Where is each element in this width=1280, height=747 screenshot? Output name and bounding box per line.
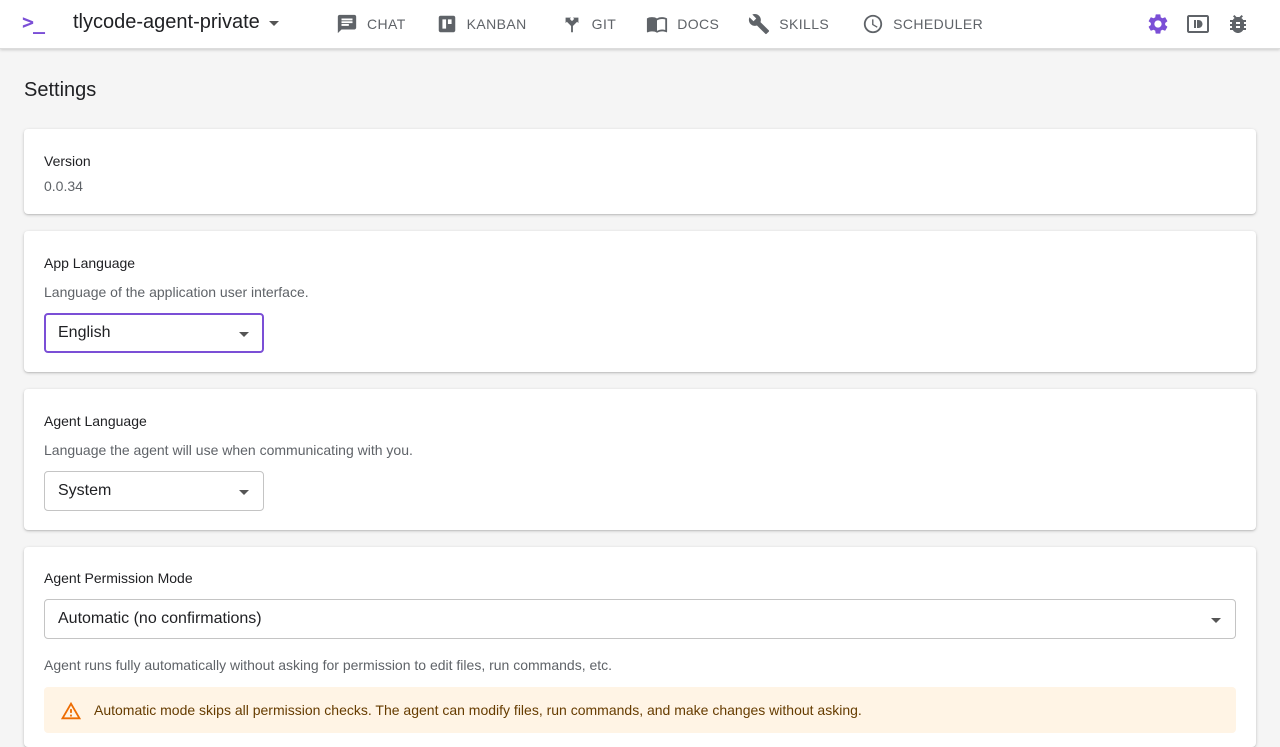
- nav-item-git[interactable]: GIT: [561, 0, 633, 48]
- chevron-down-icon: [239, 490, 249, 495]
- chevron-down-icon: [268, 21, 279, 26]
- agent-language-card: Agent Language Language the agent will u…: [24, 389, 1256, 530]
- app-language-value: English: [58, 324, 111, 341]
- nav-label-docs: DOCS: [677, 16, 720, 32]
- version-card: Version 0.0.34: [24, 129, 1256, 214]
- main-nav: CHAT KANBAN GIT DOCS SKILLS SCHEDULER: [336, 0, 999, 48]
- debug-button[interactable]: [1226, 12, 1250, 36]
- app-language-select[interactable]: English: [44, 313, 264, 353]
- permission-warning-alert: Automatic mode skips all permission chec…: [44, 687, 1236, 733]
- nav-label-skills: SKILLS: [779, 16, 830, 32]
- bug-icon: [1230, 15, 1246, 33]
- wrench-icon: [749, 14, 770, 35]
- gear-icon: [1148, 14, 1168, 34]
- nav-label-chat: CHAT: [367, 16, 406, 32]
- header-actions: [1130, 12, 1250, 36]
- permission-mode-value: Automatic (no confirmations): [58, 610, 262, 627]
- app-language-card: App Language Language of the application…: [24, 231, 1256, 372]
- chat-icon: [337, 14, 357, 34]
- app-language-label: App Language: [44, 255, 136, 271]
- kanban-icon: [438, 15, 455, 33]
- settings-button[interactable]: [1146, 12, 1170, 36]
- git-icon: [565, 17, 579, 33]
- permission-mode-description: Agent runs fully automatically without a…: [44, 657, 613, 673]
- nav-item-kanban[interactable]: KANBAN: [436, 0, 543, 48]
- app-language-description: Language of the application user interfa…: [44, 284, 309, 300]
- permission-warning-text: Automatic mode skips all permission chec…: [94, 702, 862, 718]
- top-app-bar: >_ tlycode-agent-private CHAT KANBAN GIT…: [0, 0, 1280, 49]
- permission-mode-card: Agent Permission Mode Automatic (no conf…: [24, 547, 1256, 747]
- agent-language-value: System: [58, 482, 112, 499]
- page-title: Settings: [24, 79, 97, 101]
- project-selector[interactable]: tlycode-agent-private: [73, 11, 279, 34]
- nav-item-skills[interactable]: SKILLS: [748, 0, 845, 48]
- agent-language-description: Language the agent will use when communi…: [44, 442, 413, 458]
- nav-label-scheduler: SCHEDULER: [893, 16, 984, 32]
- clock-icon: [863, 14, 883, 34]
- permission-mode-select[interactable]: Automatic (no confirmations): [44, 599, 1236, 639]
- nav-item-docs[interactable]: DOCS: [646, 0, 735, 48]
- app-logo[interactable]: >_: [22, 10, 45, 34]
- preview-icon: [1187, 15, 1209, 33]
- version-label: Version: [44, 153, 91, 169]
- agent-language-label: Agent Language: [44, 413, 147, 429]
- docs-icon: [647, 17, 668, 33]
- chevron-down-icon: [239, 332, 249, 337]
- preview-toggle-button[interactable]: [1186, 12, 1210, 36]
- nav-label-kanban: KANBAN: [466, 16, 527, 32]
- chevron-down-icon: [1211, 618, 1221, 623]
- nav-item-chat[interactable]: CHAT: [336, 0, 422, 48]
- project-name: tlycode-agent-private: [73, 11, 260, 33]
- nav-label-git: GIT: [591, 16, 617, 32]
- agent-language-select[interactable]: System: [44, 471, 264, 511]
- nav-item-scheduler[interactable]: SCHEDULER: [862, 0, 999, 48]
- version-value: 0.0.34: [44, 178, 83, 194]
- settings-page: Settings Version 0.0.34 App Language Lan…: [24, 49, 1256, 747]
- warning-icon: [60, 701, 82, 720]
- permission-mode-label: Agent Permission Mode: [44, 570, 193, 586]
